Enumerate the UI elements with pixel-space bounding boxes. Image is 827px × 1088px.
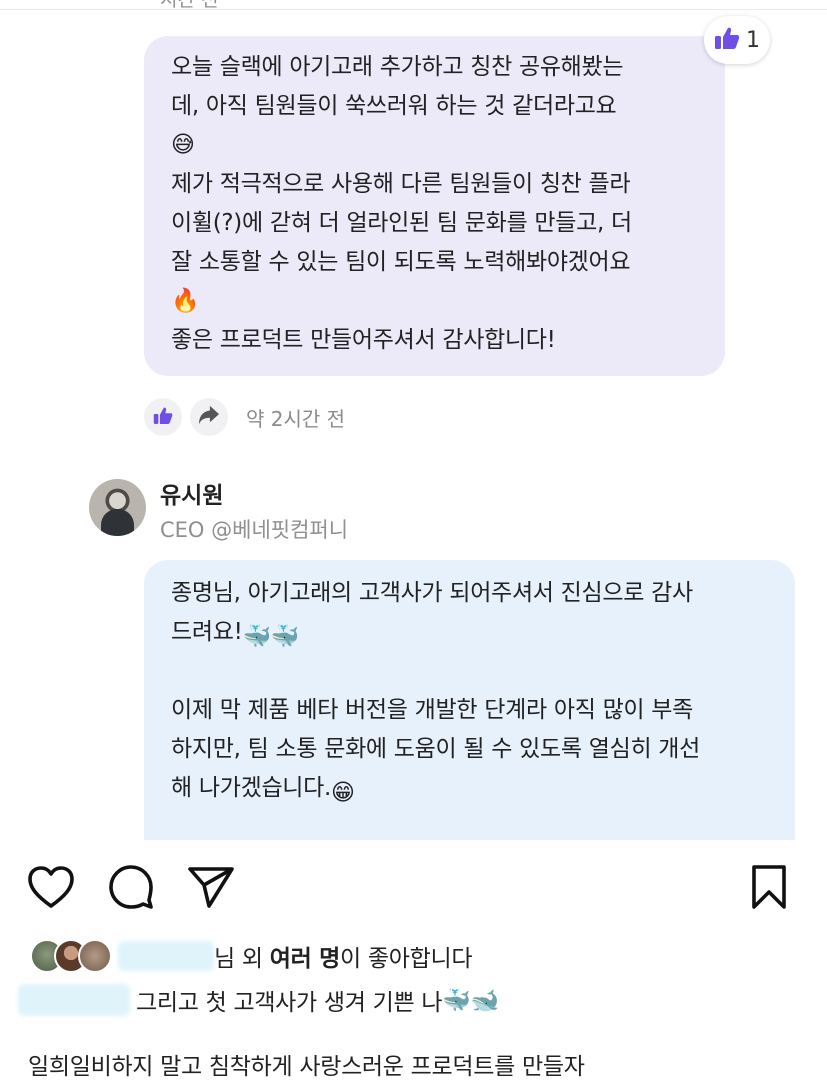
share-arrow-icon: [198, 405, 220, 429]
like-post-button[interactable]: [27, 865, 75, 913]
reply-bubble: 종명님, 아기고래의 고객사가 되어주셔서 진심으로 감사 드려요!🐳🐳 이제 …: [144, 560, 795, 840]
likes-suffix: 님 외: [214, 946, 270, 972]
like-count: 1: [746, 27, 760, 53]
author-name[interactable]: 유시원: [160, 476, 223, 510]
thumbs-up-icon: [153, 406, 173, 429]
heart-icon: [27, 865, 75, 913]
save-post-button[interactable]: [745, 865, 793, 913]
comment-emoji-sweat: 😅: [171, 132, 195, 158]
likes-bold: 여러 명: [269, 946, 341, 972]
thumbs-up-icon: [714, 26, 740, 54]
reply-button[interactable]: [190, 398, 228, 436]
comment-line: 잘 소통할 수 있는 팀이 되도록 노력해봐야겠어요: [171, 249, 631, 275]
top-divider: [0, 9, 827, 10]
reply-line: 해 나가겠습니다.😁: [171, 769, 775, 808]
comment-line: 좋은 프로덕트 만들어주셔서 감사합니다!: [171, 327, 556, 353]
liker-avatar: [78, 939, 112, 973]
post-caption: 그리고 첫 고객사가 생겨 기쁜 나 🐳🐋: [18, 978, 499, 1022]
likes-text: 님 외 여러 명이 좋아합니다: [214, 939, 473, 973]
comment-timestamp: 약 2시간 전: [246, 406, 346, 431]
comment-emoji-fire: 🔥: [171, 288, 200, 314]
comment-icon: [108, 864, 154, 914]
share-post-button[interactable]: [187, 865, 235, 913]
like-button[interactable]: [144, 398, 182, 436]
reply-blank-line: [171, 652, 775, 691]
reply-line: 드려요!🐳🐳: [171, 613, 775, 652]
cut-off-timestamp: 시간 전: [160, 0, 218, 8]
comment-line: 오늘 슬랙에 아기고래 추가하고 칭찬 공유해봤는: [171, 54, 624, 80]
caption-second-line: 일희일비하지 말고 침착하게 사랑스러운 프로덕트를 만들자: [28, 1054, 585, 1080]
comment-line: 제가 적극적으로 사용해 다른 팀원들이 칭찬 플라: [171, 171, 631, 197]
comment-post-button[interactable]: [107, 865, 155, 913]
hidden-username: [118, 941, 214, 971]
reply-line: 종명님, 아기고래의 고객사가 되어주셔서 진심으로 감사: [171, 580, 693, 606]
author-title: CEO @베네핏컴퍼니: [160, 518, 349, 542]
whale-emoji: 🐳🐋: [442, 987, 499, 1014]
reply-line: 이제 막 제품 베타 버전을 개발한 단계라 아직 많이 부족: [171, 697, 694, 723]
comment-like-badge[interactable]: 1: [704, 16, 770, 64]
comment-reaction-row: 약 2시간 전: [144, 397, 345, 437]
reply-text: 드려요!: [171, 619, 243, 645]
whale-emoji: 🐳🐳: [242, 624, 300, 650]
grin-emoji: 😁: [331, 780, 355, 806]
reply-text: 해 나가겠습니다.: [171, 775, 332, 801]
comment-bubble: 오늘 슬랙에 아기고래 추가하고 칭찬 공유해봤는 데, 아직 팀원들이 쑥쓰러…: [144, 36, 725, 376]
comment-line: 데, 아직 팀원들이 쑥쓰러워 하는 것 같더라고요: [171, 93, 617, 119]
likes-summary[interactable]: 님 외 여러 명이 좋아합니다: [30, 936, 473, 976]
reply-line: 하지만, 팀 소통 문화에 도움이 될 수 있도록 열심히 개선: [171, 736, 701, 762]
hidden-username: [18, 984, 130, 1016]
author-avatar[interactable]: [89, 479, 146, 536]
caption-text: 그리고 첫 고객사가 생겨 기쁜 나: [136, 990, 443, 1016]
send-icon: [187, 865, 235, 913]
bookmark-icon: [749, 864, 789, 914]
likes-tail: 이 좋아합니다: [340, 946, 473, 972]
comment-line: 이휠(?)에 갇혀 더 얼라인된 팀 문화를 만들고, 더: [171, 210, 632, 236]
